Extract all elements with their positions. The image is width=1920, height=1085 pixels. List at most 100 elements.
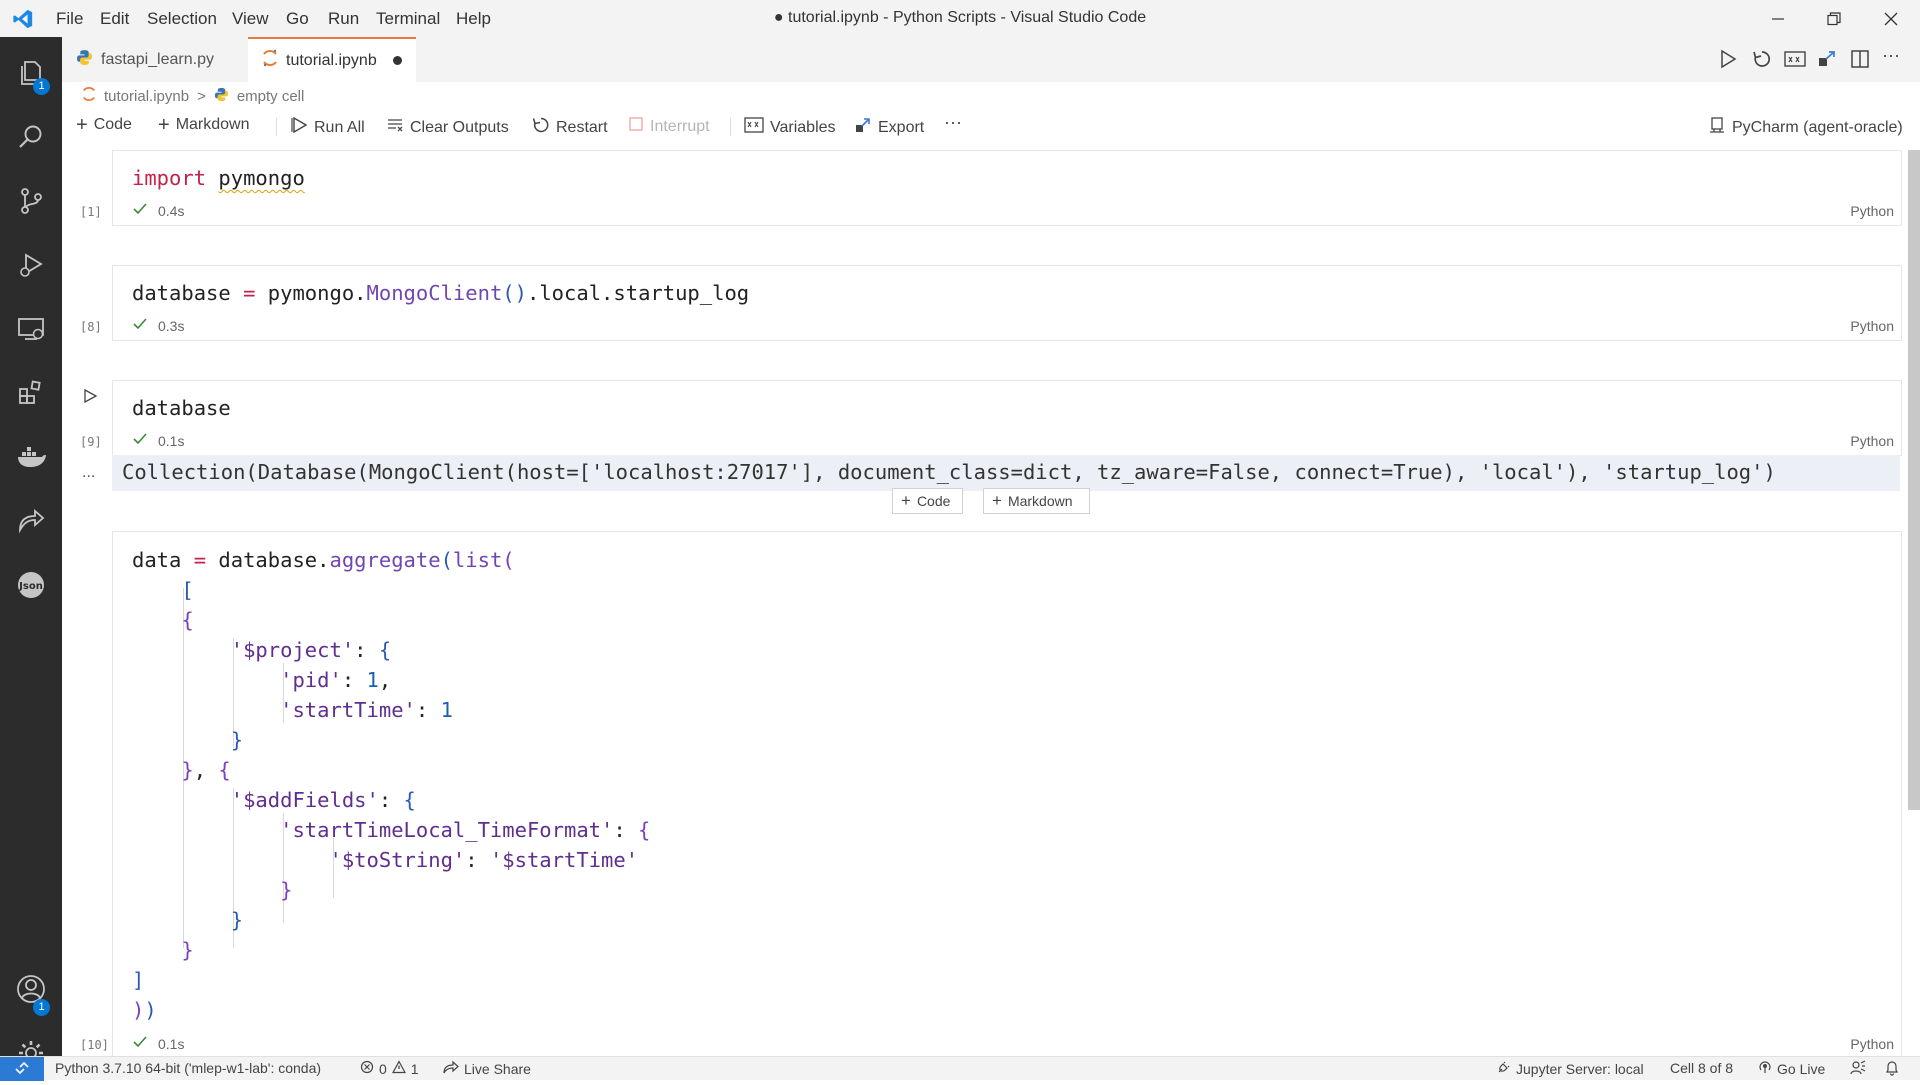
cell-1-language[interactable]: Python <box>1850 203 1894 219</box>
restart-kernel-button[interactable] <box>1752 49 1772 74</box>
restore-button[interactable] <box>1811 0 1857 37</box>
clear-outputs-button[interactable]: Clear Outputs <box>386 116 509 139</box>
plus-icon: + <box>992 491 1002 510</box>
toolbar-more-button[interactable]: ··· <box>944 112 962 133</box>
live-share-label: Live Share <box>464 1060 531 1077</box>
run-all-button[interactable]: Run All <box>290 116 365 139</box>
feedback-button[interactable] <box>1850 1060 1866 1079</box>
menu-file[interactable]: File <box>56 9 83 29</box>
interrupt-button[interactable]: Interrupt <box>628 116 710 137</box>
open-remote-button[interactable] <box>1817 49 1837 74</box>
output-actions-button[interactable]: ... <box>82 464 95 482</box>
live-share-activity-button[interactable] <box>0 493 62 553</box>
cell-position-indicator[interactable]: Cell 8 of 8 <box>1670 1060 1733 1076</box>
insert-markdown-label: Markdown <box>1007 493 1073 509</box>
insert-code-cell-button[interactable]: + Code <box>892 488 963 514</box>
variables-panel-button[interactable] <box>1784 49 1806 74</box>
warning-icon <box>391 1060 406 1077</box>
search-button[interactable] <box>0 109 62 169</box>
breadcrumb-cell[interactable]: empty cell <box>237 88 305 105</box>
problems-indicator[interactable]: 0 1 <box>360 1060 419 1077</box>
minimize-button[interactable] <box>1755 0 1801 37</box>
close-button[interactable] <box>1868 0 1914 37</box>
cell-2-duration: 0.3s <box>158 317 185 334</box>
code-cell-3[interactable] <box>112 380 1902 456</box>
cell-1-duration: 0.4s <box>158 202 185 219</box>
status-bar: Python 3.7.10 64-bit ('mlep-w1-lab': con… <box>0 1056 1920 1081</box>
cell-2-language[interactable]: Python <box>1850 318 1894 334</box>
json-icon: Json <box>16 570 46 605</box>
remote-explorer-button[interactable] <box>0 301 62 361</box>
json-button[interactable]: Json <box>0 557 62 617</box>
plus-icon: + <box>901 491 911 510</box>
insert-code-label: Code <box>916 493 951 509</box>
breadcrumb-file[interactable]: tutorial.ipynb <box>104 88 189 105</box>
export-button[interactable]: Export <box>854 116 924 139</box>
editor-scrollbar[interactable] <box>1908 150 1920 810</box>
split-editor-icon <box>1850 50 1870 73</box>
notifications-button[interactable] <box>1885 1060 1899 1079</box>
python-file-icon <box>76 49 93 71</box>
run-notebook-button[interactable] <box>1717 49 1737 74</box>
explorer-button[interactable]: 1 <box>0 45 62 105</box>
variables-button[interactable]: Variables <box>744 116 836 139</box>
toolbar-divider <box>276 118 277 136</box>
menu-help[interactable]: Help <box>456 9 491 29</box>
variables-icon <box>1784 51 1806 73</box>
export-label: Export <box>878 118 925 136</box>
menu-view[interactable]: View <box>232 9 269 29</box>
tab-label: tutorial.ipynb <box>286 51 377 69</box>
cell-3-source[interactable]: database <box>132 393 231 423</box>
menu-edit[interactable]: Edit <box>100 9 129 29</box>
warning-count: 1 <box>410 1060 419 1077</box>
cell-position-label: Cell 8 of 8 <box>1670 1060 1734 1076</box>
docker-button[interactable] <box>0 429 62 489</box>
python-interpreter[interactable]: Python 3.7.10 64-bit ('mlep-w1-lab': con… <box>55 1060 321 1076</box>
check-icon <box>132 1035 148 1052</box>
docker-icon <box>15 442 47 477</box>
cell-4-source[interactable]: data = database.aggregate(list( [ { '$pr… <box>132 545 650 1025</box>
accounts-badge: 1 <box>33 999 50 1016</box>
menu-run[interactable]: Run <box>328 9 359 29</box>
add-markdown-button[interactable]: + Markdown <box>158 114 250 136</box>
remote-indicator-button[interactable] <box>0 1057 44 1081</box>
stop-icon <box>628 116 644 137</box>
live-share-icon <box>443 1060 459 1077</box>
error-icon <box>360 1060 374 1077</box>
extensions-button[interactable] <box>0 365 62 425</box>
restart-button[interactable]: Restart <box>532 116 608 139</box>
tab-tutorial-ipynb[interactable]: tutorial.ipynb <box>248 37 416 82</box>
insert-markdown-cell-button[interactable]: + Markdown <box>983 488 1090 514</box>
menu-selection[interactable]: Selection <box>147 9 217 29</box>
run-all-label: Run All <box>314 118 365 136</box>
code-cell-1[interactable] <box>112 150 1902 226</box>
cell-4-language[interactable]: Python <box>1850 1036 1894 1052</box>
title-bar: File Edit Selection View Go Run Terminal… <box>0 0 1920 37</box>
go-live-button[interactable]: Go Live <box>1758 1060 1825 1077</box>
accounts-button[interactable]: 1 <box>0 961 62 1021</box>
run-cell-button[interactable] <box>82 388 98 409</box>
add-code-button[interactable]: + Code <box>76 115 132 135</box>
add-code-label: Code <box>93 116 132 133</box>
menu-go[interactable]: Go <box>286 9 309 29</box>
menu-terminal[interactable]: Terminal <box>376 9 440 29</box>
jupyter-server-indicator[interactable]: Jupyter Server: local <box>1497 1060 1644 1077</box>
cell-1-source[interactable]: import pymongo <box>132 163 305 193</box>
unsaved-dot-icon[interactable] <box>392 56 402 65</box>
run-debug-button[interactable] <box>0 237 62 297</box>
explorer-badge: 1 <box>33 78 50 95</box>
extensions-icon <box>16 378 46 413</box>
plus-icon: + <box>158 114 170 136</box>
kernel-picker[interactable]: PyCharm (agent-oracle) <box>1708 116 1903 139</box>
source-control-button[interactable] <box>0 173 62 233</box>
go-live-label: Go Live <box>1777 1060 1826 1077</box>
cell-3-language[interactable]: Python <box>1850 433 1894 449</box>
kernel-icon <box>1708 116 1726 139</box>
cell-2-source[interactable]: database = pymongo.MongoClient().local.s… <box>132 278 749 308</box>
cell-4-status: 0.1s <box>132 1035 184 1052</box>
more-actions-button[interactable]: ··· <box>1882 45 1900 66</box>
live-share-button[interactable]: Live Share <box>443 1060 531 1077</box>
split-editor-button[interactable] <box>1850 49 1870 74</box>
variables-icon <box>744 116 764 139</box>
tab-fastapi-learn[interactable]: fastapi_learn.py <box>62 37 248 82</box>
